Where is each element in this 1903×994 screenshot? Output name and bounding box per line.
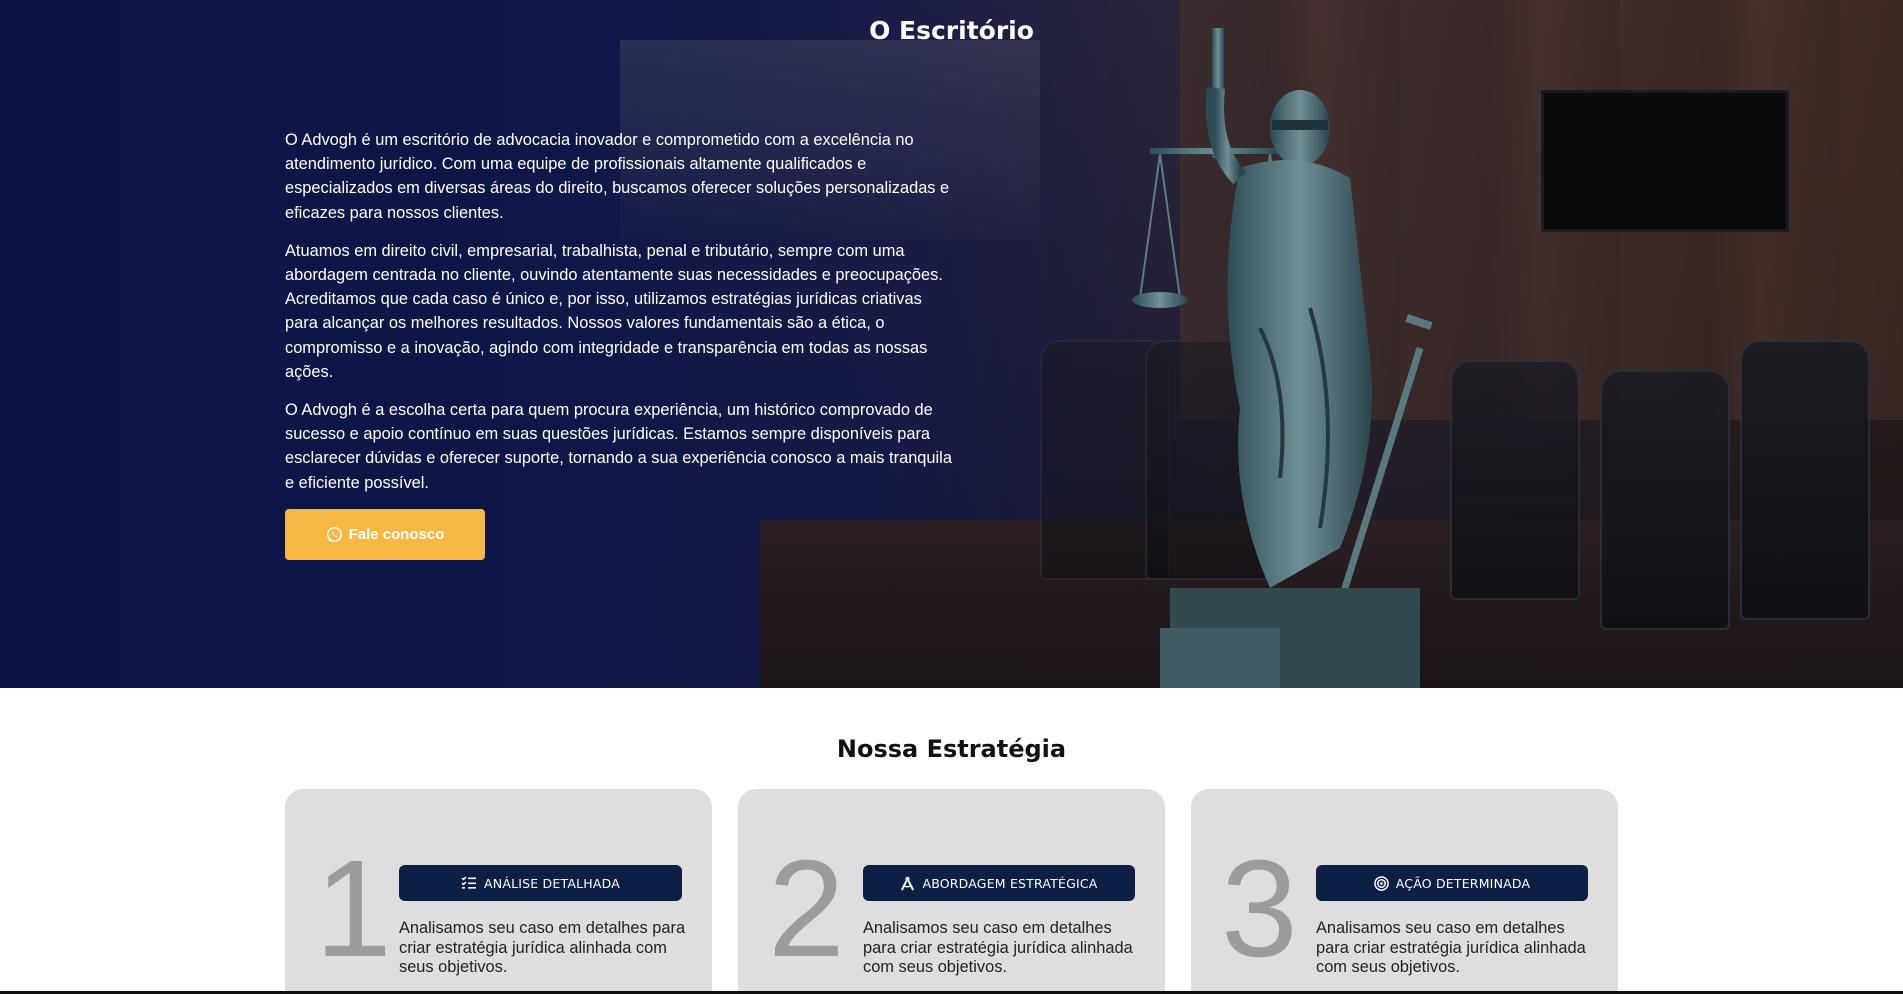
contact-button-label: Fale conosco (348, 526, 445, 543)
card-description: Analisamos seu caso em detalhes para cri… (863, 919, 1133, 976)
compass-icon (900, 876, 915, 891)
chair-image (1600, 370, 1730, 630)
card-number: 1 (315, 832, 392, 986)
wall-tv-image (1541, 90, 1789, 232)
card-number: 3 (1221, 832, 1298, 986)
card-description: Analisamos seu caso em detalhes para cri… (399, 919, 686, 976)
card-number: 2 (768, 832, 845, 986)
strategy-card: 2 ABORDAGEM ESTRATÉGICA Analisamos seu c… (738, 789, 1165, 994)
card-badge: ABORDAGEM ESTRATÉGICA (863, 865, 1135, 901)
about-text: O Advogh é um escritório de advocacia in… (285, 128, 955, 509)
about-paragraph: O Advogh é um escritório de advocacia in… (285, 131, 950, 222)
card-description: Analisamos seu caso em detalhes para cri… (1316, 919, 1586, 976)
chair-image (1740, 340, 1870, 620)
about-hero-section: O Escritório O Advogh é um escritório de… (0, 0, 1903, 688)
checklist-icon (461, 876, 477, 890)
card-badge: AÇÃO DETERMINADA (1316, 865, 1588, 901)
card-badge-label: ANÁLISE DETALHADA (484, 875, 620, 891)
about-paragraph: Atuamos em direito civil, empresarial, t… (285, 241, 943, 381)
about-paragraph: O Advogh é a escolha certa para quem pro… (285, 401, 952, 492)
strategy-card: 3 AÇÃO DETERMINADA Analisamos seu caso e… (1191, 789, 1618, 994)
strategy-card: 1 ANÁLISE DETALHADA Analisamos seu caso … (285, 789, 712, 994)
card-badge-label: AÇÃO DETERMINADA (1395, 875, 1531, 891)
card-badge: ANÁLISE DETALHADA (399, 865, 682, 901)
chair-image (1450, 360, 1580, 600)
target-icon (1373, 875, 1389, 891)
contact-button[interactable]: Fale conosco (285, 509, 485, 560)
whatsapp-icon (326, 526, 343, 543)
section-title: O Escritório (869, 15, 1034, 45)
justice-statue-image (1132, 28, 1433, 688)
strategy-title: Nossa Estratégia (836, 735, 1067, 763)
card-badge-label: ABORDAGEM ESTRATÉGICA (922, 875, 1098, 891)
